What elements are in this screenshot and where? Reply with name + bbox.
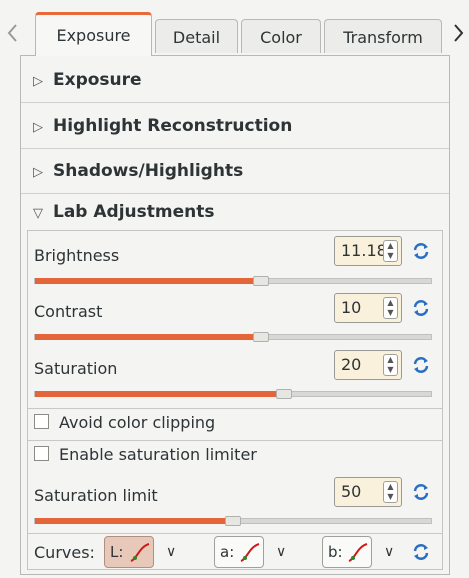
spin-down-icon[interactable]: ▼	[384, 251, 397, 261]
section-highlight-reconstruction[interactable]: ▷ Highlight Reconstruction	[21, 104, 449, 148]
checkbox-label: Avoid color clipping	[59, 413, 216, 432]
exposure-panel: ▷ Exposure ▷ Highlight Reconstruction ▷ Sha…	[20, 55, 450, 575]
checkbox-box[interactable]	[34, 414, 49, 429]
curve-icon	[348, 543, 368, 562]
slider-fill	[35, 518, 233, 524]
spin-down-icon[interactable]: ▼	[384, 492, 397, 502]
saturation-slider[interactable]	[34, 389, 432, 399]
spin-buttons[interactable]: ▲ ▼	[383, 240, 398, 262]
section-title: Shadows/Highlights	[53, 161, 244, 181]
contrast-value[interactable]: 10	[341, 294, 361, 322]
section-exposure[interactable]: ▷ Exposure	[21, 58, 449, 102]
checkbox-label: Enable saturation limiter	[59, 445, 257, 464]
reset-icon[interactable]	[412, 242, 430, 260]
divider	[28, 408, 442, 409]
slider-handle[interactable]	[276, 389, 292, 399]
slider-handle[interactable]	[253, 276, 269, 286]
curves-label: Curves:	[34, 543, 95, 562]
reset-icon[interactable]	[412, 299, 430, 317]
l-curve-button[interactable]: L:	[104, 536, 154, 568]
tab-exposure[interactable]: Exposure	[35, 12, 152, 56]
slider-handle[interactable]	[253, 332, 269, 342]
section-title: Highlight Reconstruction	[53, 116, 293, 136]
section-lab-adjustments[interactable]: ▽ Lab Adjustments	[21, 190, 449, 234]
spin-up-icon[interactable]: ▲	[384, 482, 397, 492]
avoid-color-clipping-checkbox[interactable]: Avoid color clipping	[34, 411, 215, 435]
reset-icon[interactable]	[412, 483, 430, 501]
checkbox-box[interactable]	[34, 446, 49, 461]
brightness-label: Brightness	[34, 246, 120, 265]
curve-channel-label: b:	[328, 543, 343, 561]
contrast-label: Contrast	[34, 302, 103, 321]
slider-fill	[35, 391, 284, 397]
reset-icon[interactable]	[412, 543, 430, 561]
slider-fill	[35, 278, 261, 284]
spin-up-icon[interactable]: ▲	[384, 298, 397, 308]
spin-down-icon[interactable]: ▼	[384, 365, 397, 375]
spin-buttons[interactable]: ▲ ▼	[383, 481, 398, 503]
section-title: Exposure	[53, 70, 142, 90]
saturation-limit-label: Saturation limit	[34, 486, 158, 505]
divider	[28, 533, 442, 534]
slider-fill	[35, 334, 261, 340]
reset-icon[interactable]	[412, 356, 430, 374]
brightness-slider[interactable]	[34, 276, 432, 286]
spin-down-icon[interactable]: ▼	[384, 308, 397, 318]
spin-up-icon[interactable]: ▲	[384, 241, 397, 251]
spin-buttons[interactable]: ▲ ▼	[383, 297, 398, 319]
spin-buttons[interactable]: ▲ ▼	[383, 354, 398, 376]
slider-handle[interactable]	[225, 516, 241, 526]
section-shadows-highlights[interactable]: ▷ Shadows/Highlights	[21, 149, 449, 193]
divider	[21, 102, 449, 103]
chevron-down-icon[interactable]: ∨	[384, 544, 394, 560]
chevron-down-icon[interactable]: ∨	[276, 544, 286, 560]
curve-channel-label: a:	[220, 543, 235, 561]
divider	[28, 440, 442, 441]
expander-collapsed-icon: ▷	[33, 74, 43, 89]
enable-saturation-limiter-checkbox[interactable]: Enable saturation limiter	[34, 443, 257, 467]
brightness-spinbox[interactable]: 11.18 ▲ ▼	[334, 236, 402, 266]
curve-icon	[240, 543, 260, 562]
contrast-slider[interactable]	[34, 332, 432, 342]
saturation-limit-slider[interactable]	[34, 516, 432, 526]
curve-icon	[130, 543, 150, 562]
expander-collapsed-icon: ▷	[33, 120, 43, 135]
spin-up-icon[interactable]: ▲	[384, 355, 397, 365]
tab-color[interactable]: Color	[241, 19, 321, 53]
saturation-spinbox[interactable]: 20 ▲ ▼	[334, 350, 402, 380]
tool-tabbar: Exposure Detail Color Transform	[0, 0, 469, 56]
saturation-label: Saturation	[34, 359, 118, 378]
scroll-right-icon[interactable]	[451, 22, 465, 44]
lab-adjustments-body: Brightness 11.18 ▲ ▼ Contrast 10 ▲ ▼ Sat…	[27, 230, 443, 570]
saturation-limit-value[interactable]: 50	[341, 478, 361, 506]
curve-channel-label: L:	[110, 543, 124, 561]
contrast-spinbox[interactable]: 10 ▲ ▼	[334, 293, 402, 323]
expander-collapsed-icon: ▷	[33, 165, 43, 180]
saturation-limit-spinbox[interactable]: 50 ▲ ▼	[334, 477, 402, 507]
b-curve-button[interactable]: b:	[322, 536, 372, 568]
tab-detail[interactable]: Detail	[155, 19, 238, 53]
section-title: Lab Adjustments	[53, 202, 215, 222]
tab-transform[interactable]: Transform	[324, 19, 442, 53]
brightness-value[interactable]: 11.18	[341, 237, 387, 265]
a-curve-button[interactable]: a:	[214, 536, 264, 568]
saturation-value[interactable]: 20	[341, 351, 361, 379]
scroll-left-icon[interactable]	[6, 22, 20, 44]
chevron-down-icon[interactable]: ∨	[166, 544, 176, 560]
